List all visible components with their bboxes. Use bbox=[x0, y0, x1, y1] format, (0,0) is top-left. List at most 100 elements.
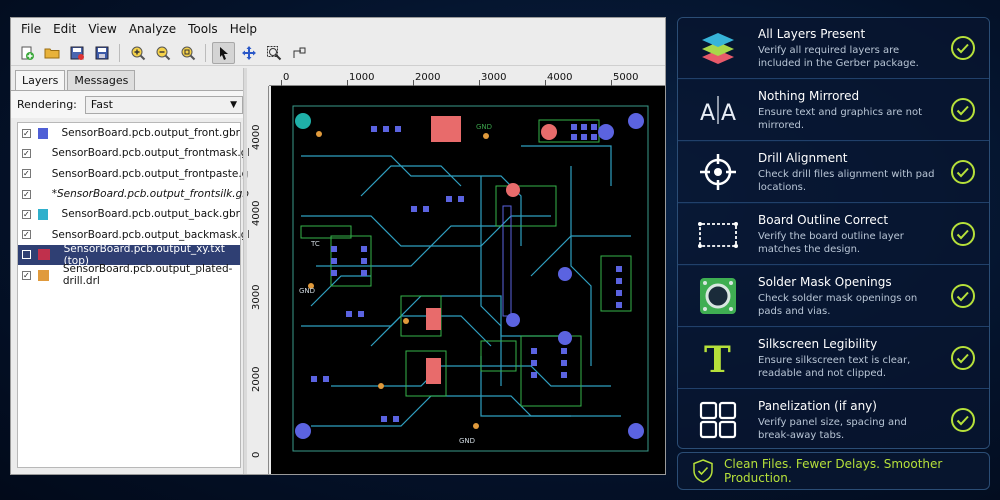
smd-pad bbox=[616, 290, 622, 296]
checklist-item-text: Silkscreen Legibility Ensure silkscreen t… bbox=[758, 337, 935, 380]
smd-pad bbox=[411, 206, 417, 212]
via bbox=[473, 423, 479, 429]
ic-pad-group bbox=[311, 124, 622, 422]
trace bbox=[301, 155, 522, 246]
mounting-hole bbox=[506, 183, 520, 197]
trace bbox=[331, 365, 611, 387]
pcb-label-tc: TC bbox=[310, 240, 320, 248]
layer-row[interactable]: ✓ SensorBoard.pcb.output_front.gbr bbox=[18, 123, 240, 143]
smd-pad bbox=[531, 360, 537, 366]
smd-pad bbox=[446, 196, 452, 202]
check-circle-icon bbox=[935, 159, 989, 185]
zoom-out-icon[interactable] bbox=[151, 42, 174, 64]
ruler-left-label: 4000 bbox=[251, 200, 262, 226]
layer-color-swatch[interactable] bbox=[37, 269, 49, 281]
layer-name: SensorBoard.pcb.output_front.gbr bbox=[61, 127, 240, 140]
save-as-icon[interactable] bbox=[65, 42, 88, 64]
zoom-in-icon[interactable] bbox=[126, 42, 149, 64]
menu-edit[interactable]: Edit bbox=[47, 22, 82, 36]
smd-pad bbox=[581, 134, 587, 140]
checklist-item-text: All Layers Present Verify all required la… bbox=[758, 27, 935, 70]
layer-visibility-checkbox[interactable]: ✓ bbox=[22, 169, 31, 179]
toolbar bbox=[11, 40, 665, 66]
pan-icon[interactable] bbox=[237, 42, 260, 64]
checklist-item-text: Panelization (if any) Verify panel size, … bbox=[758, 399, 935, 442]
trace bbox=[360, 165, 462, 197]
toolbar-separator bbox=[205, 43, 206, 62]
text-t-icon: T bbox=[678, 338, 758, 378]
layer-name: SensorBoard.pcb.output_backmask.gbr bbox=[51, 228, 259, 241]
menu-tools[interactable]: Tools bbox=[182, 22, 224, 36]
layer-name: SensorBoard.pcb.output_frontpaste.gbr bbox=[51, 167, 260, 180]
layer-row[interactable]: ✓ SensorBoard.pcb.output_backmask.gbr bbox=[18, 224, 258, 244]
menu-view[interactable]: View bbox=[82, 22, 122, 36]
mounting-hole bbox=[506, 313, 520, 327]
checklist-item-title: Drill Alignment bbox=[758, 150, 848, 165]
zoom-fit-icon[interactable] bbox=[176, 42, 199, 64]
checklist-item-desc: Ensure silkscreen text is clear, readabl… bbox=[758, 354, 911, 379]
smd-pad bbox=[616, 266, 622, 272]
mounting-hole bbox=[558, 331, 572, 345]
panel-splitter[interactable] bbox=[243, 68, 247, 474]
via bbox=[403, 318, 409, 324]
mounting-hole bbox=[628, 113, 644, 129]
pcb-label-gnd: GND bbox=[459, 437, 475, 445]
layer-color-swatch[interactable] bbox=[37, 208, 48, 220]
menu-analyze[interactable]: Analyze bbox=[123, 22, 182, 36]
board-outline-icon bbox=[678, 214, 758, 254]
chevron-down-icon: ▼ bbox=[230, 99, 237, 110]
checklist-item-title: Board Outline Correct bbox=[758, 212, 889, 227]
menu-help[interactable]: Help bbox=[224, 22, 263, 36]
new-project-icon[interactable] bbox=[15, 42, 38, 64]
smd-pad bbox=[383, 126, 389, 132]
menu-file[interactable]: File bbox=[15, 22, 47, 36]
checklist-item-desc: Verify all required layers are included … bbox=[758, 44, 919, 69]
tab-layers[interactable]: Layers bbox=[15, 70, 66, 90]
layer-row[interactable]: ✓ SensorBoard.pcb.output_frontpaste.gbr bbox=[18, 164, 259, 184]
layer-visibility-checkbox[interactable]: ✓ bbox=[22, 230, 31, 240]
smd-pad bbox=[561, 360, 567, 366]
layer-visibility-checkbox[interactable]: ✓ bbox=[22, 270, 31, 280]
trace bbox=[311, 395, 621, 427]
via bbox=[483, 133, 489, 139]
measure-icon[interactable] bbox=[287, 42, 310, 64]
ruler-top-label: 3000 bbox=[481, 72, 507, 83]
layer-visibility-checkbox[interactable] bbox=[22, 250, 31, 260]
tab-messages[interactable]: Messages bbox=[67, 70, 136, 90]
layer-color-swatch[interactable] bbox=[37, 127, 48, 139]
ruler-top-label: 1000 bbox=[349, 72, 375, 83]
layer-color-swatch[interactable] bbox=[37, 249, 50, 261]
pcb-view[interactable]: GND GND GND TC bbox=[271, 86, 665, 474]
smd-pad bbox=[381, 416, 387, 422]
layer-visibility-checkbox[interactable]: ✓ bbox=[22, 148, 31, 158]
checklist-item-text: Solder Mask Openings Check solder mask op… bbox=[758, 275, 935, 318]
smd-pad bbox=[331, 246, 337, 252]
svg-text:A: A bbox=[721, 101, 736, 126]
layer-visibility-checkbox[interactable]: ✓ bbox=[22, 128, 31, 138]
smd-pad bbox=[571, 134, 577, 140]
layer-row[interactable]: ✓ SensorBoard.pcb.output_back.gbr bbox=[18, 204, 240, 224]
checklist-item-text: Drill Alignment Check drill files alignme… bbox=[758, 151, 935, 194]
menu-bar: File Edit View Analyze Tools Help bbox=[11, 18, 665, 40]
smd-pad bbox=[561, 372, 567, 378]
smd-pad bbox=[561, 348, 567, 354]
board-canvas-area: 0100020003000400050006000 40004000300020… bbox=[249, 68, 665, 474]
rendering-value: Fast bbox=[90, 98, 113, 111]
smd-pad bbox=[571, 124, 577, 130]
ruler-top-label: 4000 bbox=[547, 72, 573, 83]
rendering-select[interactable]: Fast ▼ bbox=[84, 95, 243, 114]
open-folder-icon[interactable] bbox=[40, 42, 63, 64]
layer-row[interactable]: SensorBoard.pcb.output_xy.txt (top) bbox=[18, 243, 240, 267]
shield-check-icon bbox=[692, 459, 714, 483]
layer-row[interactable]: ✓ SensorBoard.pcb.output_frontmask.gbr bbox=[18, 143, 258, 163]
checklist-item-title: Panelization (if any) bbox=[758, 398, 877, 413]
layer-row[interactable]: ✓ SensorBoard.pcb.output_plated-drill.drl bbox=[18, 263, 240, 287]
checklist-item-text: Board Outline Correct Verify the board ou… bbox=[758, 213, 935, 256]
save-icon[interactable] bbox=[90, 42, 113, 64]
layer-visibility-checkbox[interactable]: ✓ bbox=[22, 189, 31, 199]
layer-visibility-checkbox[interactable]: ✓ bbox=[22, 209, 31, 219]
layer-row[interactable]: ✓ *SensorBoard.pcb.output_frontsilk.gbr bbox=[18, 184, 253, 204]
zoom-region-icon[interactable] bbox=[262, 42, 285, 64]
layer-name: SensorBoard.pcb.output_back.gbr bbox=[61, 208, 240, 221]
pointer-icon[interactable] bbox=[212, 41, 235, 64]
